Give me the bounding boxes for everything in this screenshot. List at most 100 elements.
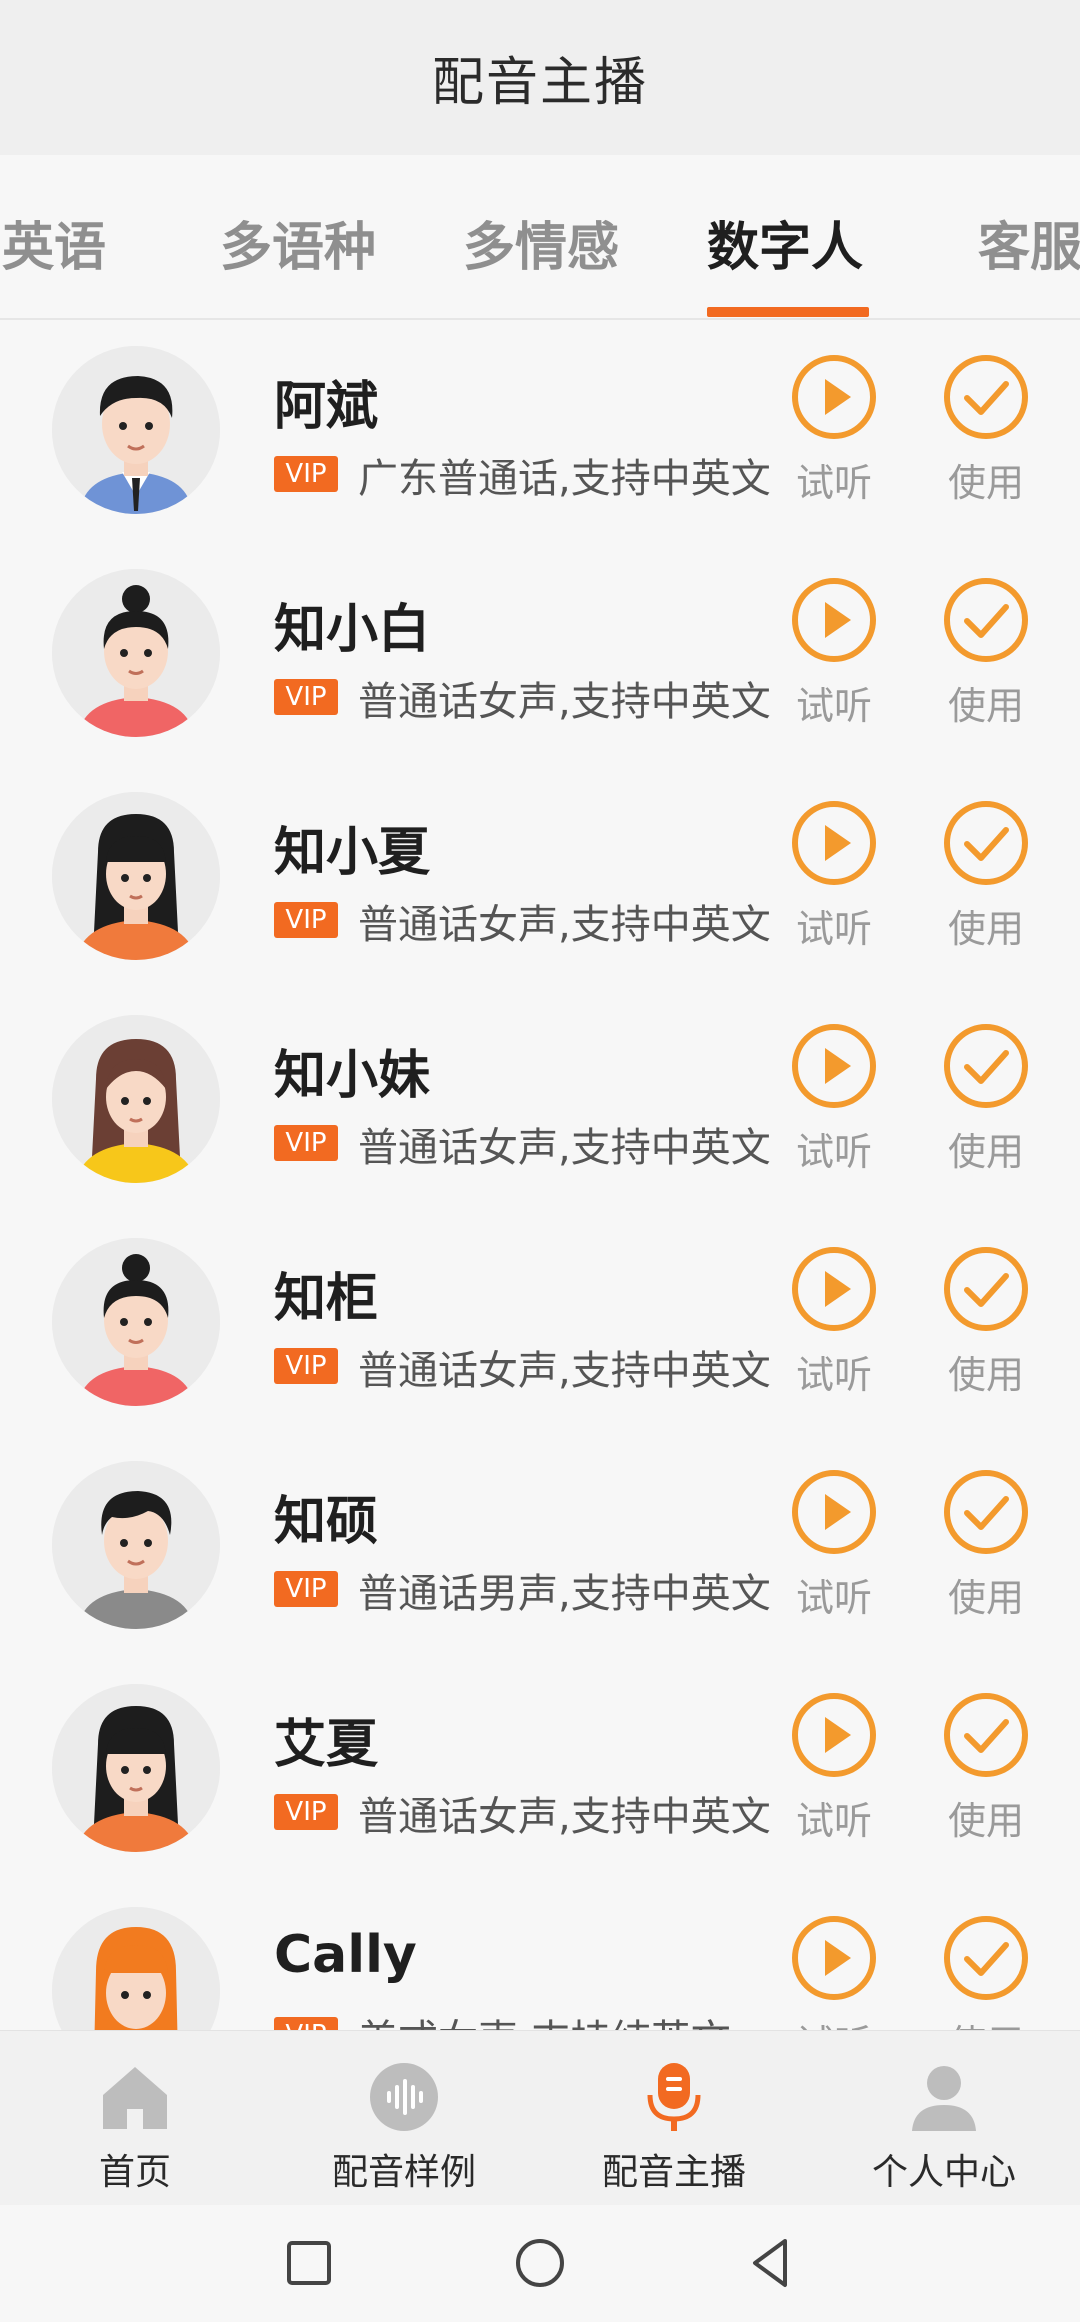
- play-icon: [792, 1247, 876, 1331]
- use-label: 使用: [947, 907, 1024, 951]
- app-header: 配音主播: [0, 0, 1080, 155]
- use-label: 使用: [947, 1576, 1024, 1620]
- use-label: 使用: [947, 1799, 1024, 1843]
- play-icon: [792, 578, 876, 662]
- voice-description: 普通话女声,支持中英文: [358, 1125, 771, 1171]
- voice-name: 艾夏: [274, 1715, 379, 1775]
- avatar-man-suit-icon: [52, 346, 220, 514]
- voice-name: 知硕: [274, 1492, 379, 1552]
- nav-voice-anchors[interactable]: 配音主播: [574, 2059, 774, 2195]
- voice-name: 知小妹: [274, 1046, 431, 1106]
- avatar-woman-long-hair-orange-icon: [52, 792, 220, 960]
- avatar-woman-bun-red-icon: [52, 569, 220, 737]
- back-button[interactable]: [741, 2233, 801, 2293]
- play-icon: [792, 801, 876, 885]
- use-button[interactable]: 使用: [926, 1244, 1046, 1399]
- use-label: 使用: [926, 2013, 1046, 2030]
- page-title: 配音主播: [431, 53, 648, 113]
- system-home-button[interactable]: [510, 2233, 570, 2293]
- voice-description: 美式女声,支持纯英文: [358, 2007, 731, 2030]
- check-icon: [944, 801, 1028, 885]
- tab-multilingual[interactable]: 多语种: [220, 205, 376, 280]
- play-icon: [792, 1470, 876, 1554]
- list-item[interactable]: 艾夏 VIP 普通话女声,支持中英文 试听 使用: [0, 1660, 1080, 1883]
- play-icon: [792, 1024, 876, 1108]
- voice-description: 普通话女声,支持中英文: [358, 1348, 771, 1394]
- person-icon: [912, 2066, 976, 2131]
- vip-badge: VIP: [274, 456, 338, 492]
- tab-digital-human[interactable]: 数字人: [707, 205, 863, 280]
- avatar-woman-orange-hair-icon: [52, 1907, 220, 2030]
- list-item[interactable]: 知小妹 VIP 普通话女声,支持中英文 试听 使用: [0, 991, 1080, 1214]
- listen-button[interactable]: 试听: [774, 1467, 894, 1622]
- voice-description: 普通话女声,支持中英文: [358, 902, 771, 948]
- bottom-navigation: 首页 配音样例 配音主播 个人中心: [0, 2030, 1080, 2205]
- avatar-woman-brown-hair-yellow-icon: [52, 1015, 220, 1183]
- use-label: 使用: [947, 1353, 1024, 1397]
- nav-samples-label: 配音样例: [331, 2152, 476, 2193]
- avatar-woman-long-hair-orange-icon: [52, 1684, 220, 1852]
- use-button[interactable]: 使用: [926, 798, 1046, 953]
- avatar-woman-bun-red-icon: [52, 1238, 220, 1406]
- voice-description: 普通话女声,支持中英文: [358, 1794, 771, 1840]
- recent-apps-icon: [287, 2241, 331, 2285]
- use-label: 使用: [947, 1130, 1024, 1174]
- listen-button[interactable]: 试听: [774, 1690, 894, 1845]
- list-item[interactable]: 阿斌 VIP 广东普通话,支持中英文 试听 使用: [0, 322, 1080, 545]
- check-icon: [944, 1470, 1028, 1554]
- home-icon: [103, 2067, 167, 2129]
- home-circle-icon: [516, 2239, 564, 2287]
- use-button[interactable]: 使用: [926, 1913, 1046, 2030]
- back-triangle-icon: [753, 2239, 787, 2287]
- use-button[interactable]: 使用: [926, 1690, 1046, 1845]
- nav-voice-anchors-label: 配音主播: [601, 2152, 746, 2193]
- tab-customer-service[interactable]: 客服: [978, 205, 1080, 280]
- use-label: 使用: [947, 684, 1024, 728]
- listen-label: 试听: [795, 1799, 872, 1843]
- listen-button[interactable]: 试听: [774, 1244, 894, 1399]
- voice-list[interactable]: 阿斌 VIP 广东普通话,支持中英文 试听 使用 知小白 VIP 普通话女声,支…: [0, 322, 1080, 2030]
- nav-home-label: 首页: [98, 2152, 171, 2193]
- listen-label: 试听: [795, 1576, 872, 1620]
- vip-badge: VIP: [274, 679, 338, 715]
- active-tab-indicator: [707, 307, 869, 317]
- use-button[interactable]: 使用: [926, 575, 1046, 730]
- listen-label: 试听: [795, 1130, 872, 1174]
- listen-button[interactable]: 试听: [774, 798, 894, 953]
- listen-button[interactable]: 试听: [774, 575, 894, 730]
- list-item[interactable]: 知小白 VIP 普通话女声,支持中英文 试听 使用: [0, 545, 1080, 768]
- vip-badge: VIP: [274, 2017, 338, 2030]
- voice-description: 普通话女声,支持中英文: [358, 679, 771, 725]
- list-item[interactable]: Cally VIP 美式女声,支持纯英文 试听 使用: [0, 1883, 1080, 2030]
- voice-name: 知小夏: [274, 823, 431, 883]
- vip-badge: VIP: [274, 1794, 338, 1830]
- microphone-icon: [647, 2063, 701, 2131]
- nav-profile-label: 个人中心: [871, 2152, 1016, 2193]
- use-button[interactable]: 使用: [926, 1021, 1046, 1176]
- recent-apps-button[interactable]: [279, 2233, 339, 2293]
- list-item[interactable]: 知硕 VIP 普通话男声,支持中英文 试听 使用: [0, 1437, 1080, 1660]
- list-item[interactable]: 知柜 VIP 普通话女声,支持中英文 试听 使用: [0, 1214, 1080, 1437]
- listen-button[interactable]: 试听: [774, 352, 894, 507]
- use-button[interactable]: 使用: [926, 352, 1046, 507]
- voice-name: 阿斌: [274, 377, 379, 437]
- vip-badge: VIP: [274, 1125, 338, 1161]
- voice-description: 普通话男声,支持中英文: [358, 1571, 771, 1617]
- listen-label: 试听: [795, 907, 872, 951]
- tab-multi-emotion[interactable]: 多情感: [463, 205, 619, 280]
- voice-name: 知小白: [274, 600, 431, 660]
- check-icon: [944, 578, 1028, 662]
- play-icon: [792, 1693, 876, 1777]
- nav-samples[interactable]: 配音样例: [304, 2059, 504, 2195]
- play-icon: [792, 1916, 876, 2000]
- listen-button[interactable]: 试听: [774, 1021, 894, 1176]
- check-icon: [944, 355, 1028, 439]
- nav-profile[interactable]: 个人中心: [844, 2059, 1044, 2195]
- tab-english[interactable]: 英语: [2, 205, 106, 280]
- voice-description: 广东普通话,支持中英文: [358, 456, 771, 502]
- list-item[interactable]: 知小夏 VIP 普通话女声,支持中英文 试听 使用: [0, 768, 1080, 991]
- listen-button[interactable]: 试听: [774, 1913, 894, 2030]
- listen-label: 试听: [795, 1353, 872, 1397]
- nav-home[interactable]: 首页: [35, 2059, 235, 2195]
- use-button[interactable]: 使用: [926, 1467, 1046, 1622]
